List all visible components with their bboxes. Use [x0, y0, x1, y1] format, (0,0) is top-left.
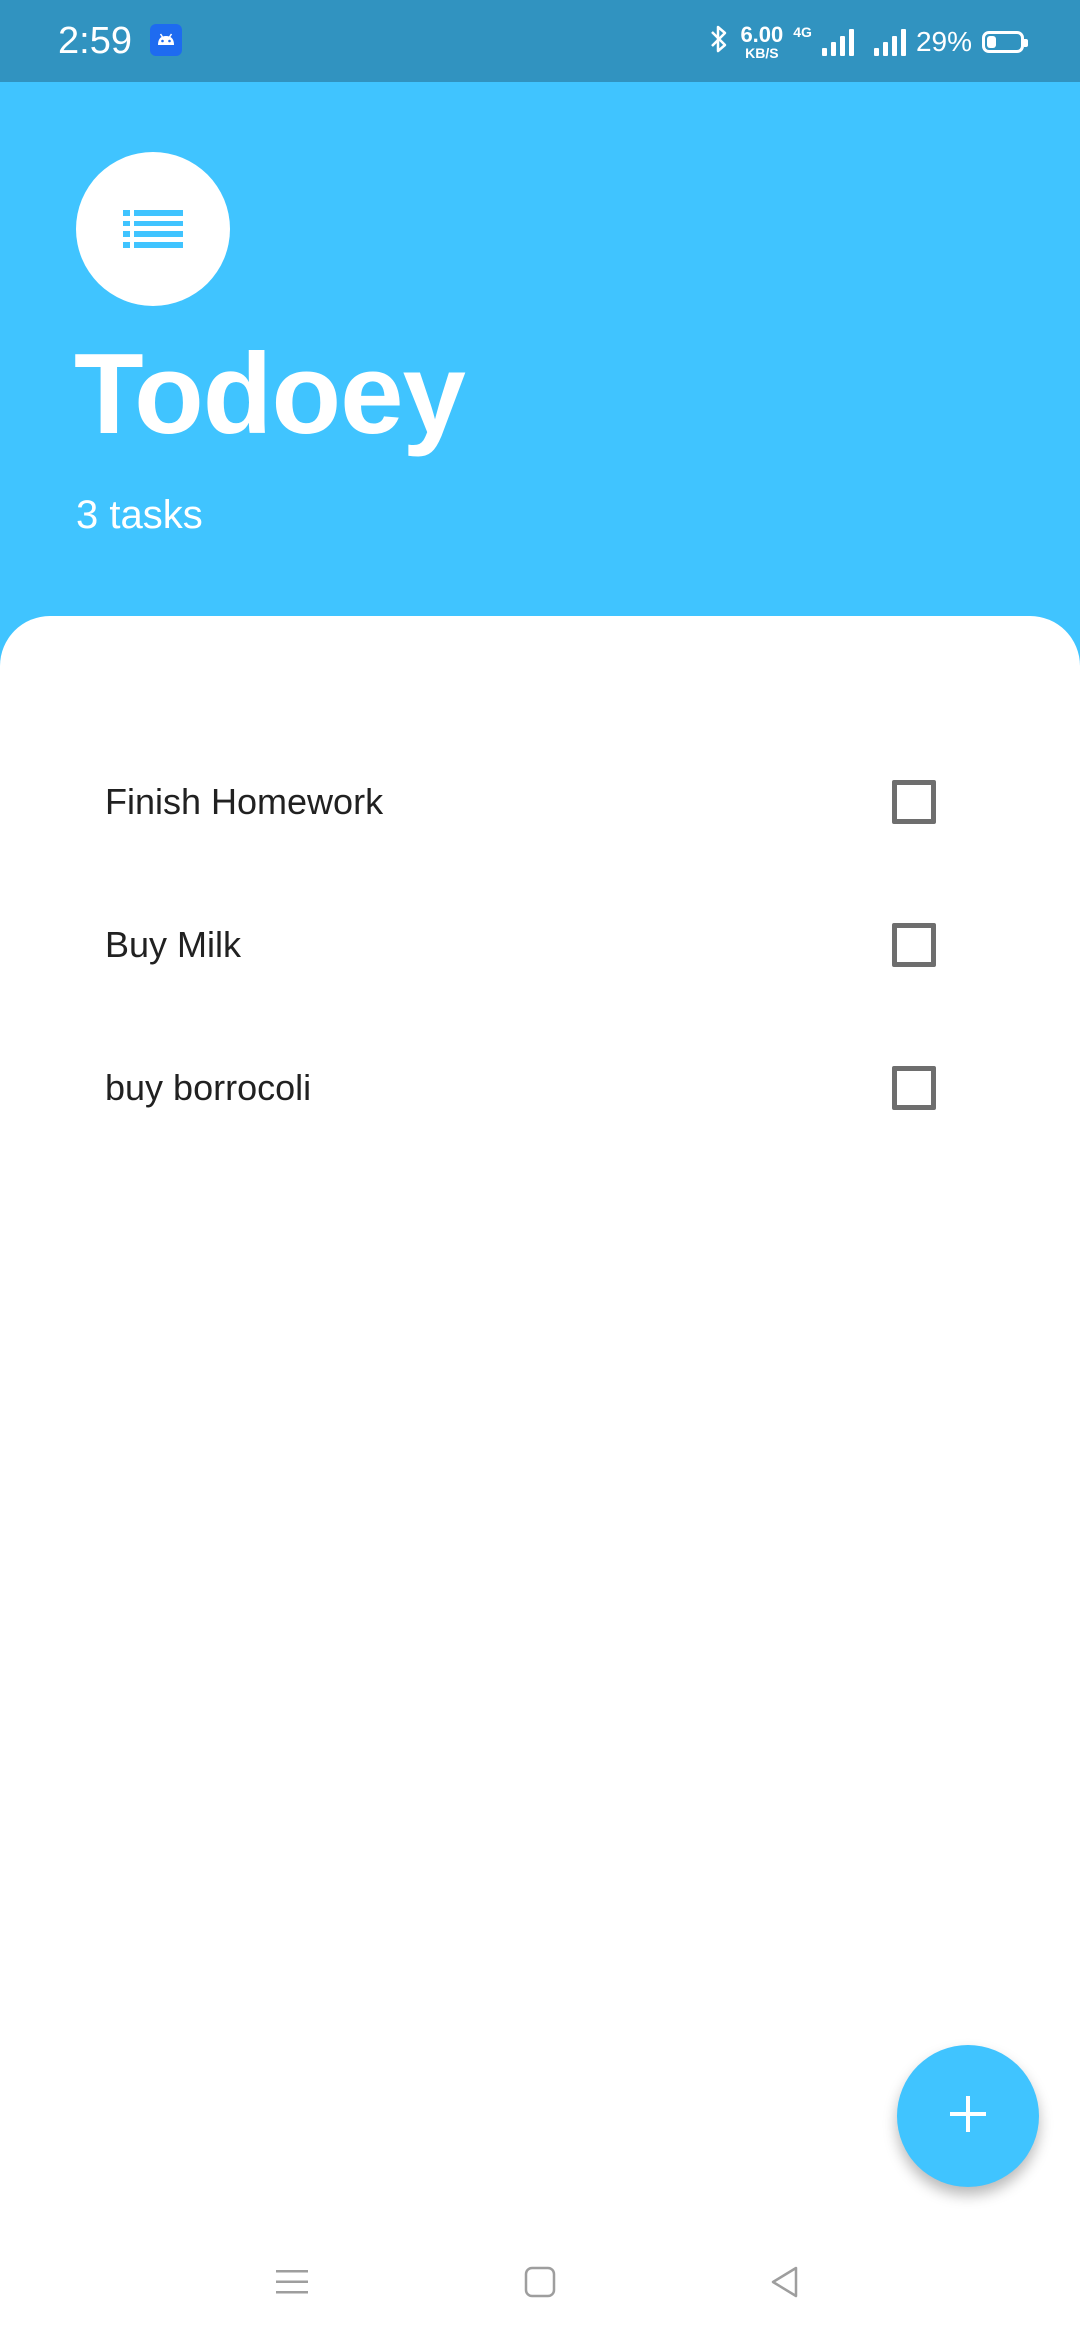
task-item[interactable]: buy borrocoli — [0, 1022, 1080, 1165]
battery-icon — [982, 31, 1028, 53]
signal-icon — [873, 28, 906, 56]
home-icon — [523, 2265, 557, 2304]
android-app-icon — [150, 24, 182, 56]
back-icon — [767, 2264, 803, 2305]
network-speed: 6.00 KB/S — [740, 22, 784, 61]
task-checkbox[interactable] — [892, 780, 936, 824]
task-checkbox[interactable] — [892, 1066, 936, 1110]
navigation-bar — [0, 2232, 1080, 2340]
task-checkbox[interactable] — [892, 923, 936, 967]
signal-icon — [821, 28, 854, 56]
network-speed-unit: KB/S — [745, 45, 779, 61]
app-title: Todoey — [74, 331, 466, 458]
status-bar: 2:59 6.00 KB/S 4G 29% — [0, 0, 1080, 82]
task-item[interactable]: Buy Milk — [0, 879, 1080, 1022]
task-list: Finish Homework Buy Milk buy borrocoli — [0, 736, 1080, 1165]
task-item[interactable]: Finish Homework — [0, 736, 1080, 879]
plus-icon — [948, 2094, 988, 2139]
menu-icon — [274, 2267, 310, 2302]
status-indicators: 6.00 KB/S 4G 29% — [708, 22, 1028, 62]
battery-percent: 29% — [915, 26, 972, 57]
network-speed-value: 6.00 — [740, 22, 784, 47]
home-button[interactable] — [510, 2254, 570, 2314]
task-title: buy borrocoli — [105, 1067, 312, 1108]
battery-level-fill — [987, 36, 996, 48]
task-title: Buy Milk — [105, 924, 242, 965]
status-time: 2:59 — [58, 20, 132, 62]
back-button[interactable] — [755, 2254, 815, 2314]
bluetooth-icon — [708, 23, 730, 62]
task-title: Finish Homework — [105, 781, 384, 822]
add-task-button[interactable] — [897, 2045, 1039, 2187]
menu-button[interactable] — [262, 2254, 322, 2314]
task-count: 3 tasks — [76, 493, 203, 537]
list-icon — [76, 152, 230, 306]
network-type: 4G — [793, 24, 812, 40]
